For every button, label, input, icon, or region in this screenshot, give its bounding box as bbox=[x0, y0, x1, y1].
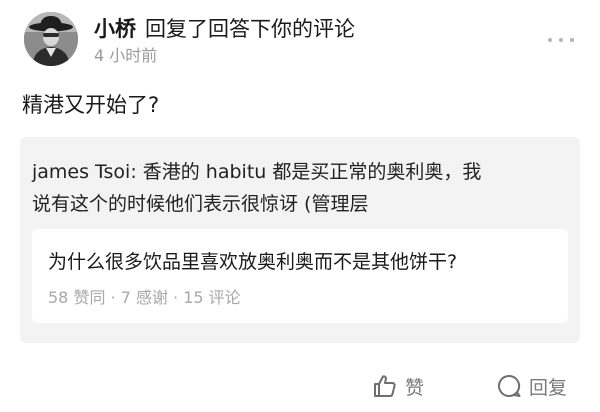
reply-label: 回复 bbox=[529, 376, 568, 399]
avatar[interactable] bbox=[24, 12, 78, 66]
notification-page: 小桥 回复了回答下你的评论 4 小时前 精港又开始了? james Tsoi: … bbox=[0, 0, 600, 412]
quoted-comment-box[interactable]: james Tsoi: 香港的 habitu 都是买正常的奥利奥，我 说有这个的… bbox=[20, 137, 580, 343]
quoted-comment-line-1: james Tsoi: 香港的 habitu 都是买正常的奥利奥，我 bbox=[32, 161, 482, 183]
question-title[interactable]: 为什么很多饮品里喜欢放奥利奥而不是其他饼干? bbox=[48, 247, 457, 274]
more-dots-icon bbox=[548, 38, 552, 42]
quoted-comment-line-2: 说有这个的时候他们表示很惊讶 (管理层 bbox=[32, 193, 369, 215]
author-name[interactable]: 小桥 bbox=[94, 13, 136, 43]
more-options-button[interactable] bbox=[548, 36, 574, 44]
question-card[interactable]: 为什么很多饮品里喜欢放奥利奥而不是其他饼干? 58 赞同 · 7 感谢 · 15… bbox=[32, 229, 568, 323]
notification-header: 小桥 回复了回答下你的评论 4 小时前 bbox=[24, 12, 576, 68]
like-label: 赞 bbox=[405, 376, 425, 399]
thumbs-up-icon bbox=[374, 375, 396, 397]
timestamp: 4 小时前 bbox=[94, 46, 158, 65]
avatar-cowboy-hat-icon bbox=[24, 12, 78, 66]
question-stats: 58 赞同 · 7 感谢 · 15 评论 bbox=[48, 288, 241, 307]
reply-content: 精港又开始了? bbox=[22, 93, 160, 117]
more-dot bbox=[559, 38, 563, 42]
action-bar: 赞 回复 bbox=[0, 368, 600, 408]
more-dot bbox=[570, 38, 574, 42]
like-button[interactable]: 赞 bbox=[372, 368, 424, 404]
reply-button[interactable]: 回复 bbox=[496, 368, 567, 404]
comment-bubble-icon bbox=[498, 374, 521, 397]
notification-action-text: 回复了回答下你的评论 bbox=[145, 17, 355, 41]
